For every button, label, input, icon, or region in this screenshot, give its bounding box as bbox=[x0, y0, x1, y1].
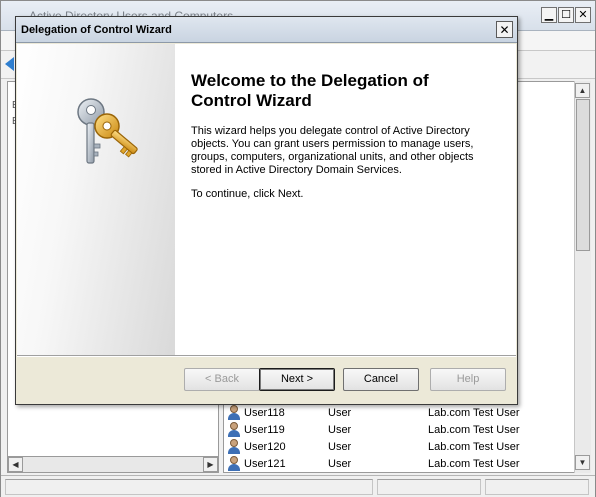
user-type: User bbox=[328, 458, 352, 470]
maximize-button[interactable]: ☐ bbox=[558, 7, 574, 23]
list-vertical-scrollbar[interactable]: ▲ ▼ bbox=[574, 81, 591, 473]
back-button[interactable]: < Back bbox=[184, 368, 260, 391]
status-segment bbox=[377, 479, 481, 495]
user-type: User bbox=[328, 407, 352, 419]
user-description: Lab.com Test User bbox=[428, 407, 520, 419]
delegation-wizard-dialog: Delegation of Control Wizard ✕ Welcome t… bbox=[15, 16, 518, 405]
scrollbar-thumb[interactable] bbox=[576, 99, 590, 251]
next-button[interactable]: Next > bbox=[259, 368, 335, 391]
table-row[interactable]: User120 User Lab.com Test User bbox=[227, 439, 573, 456]
user-icon bbox=[227, 422, 241, 438]
user-icon bbox=[227, 456, 241, 472]
wizard-separator bbox=[17, 355, 516, 357]
status-segment bbox=[5, 479, 373, 495]
scroll-right-icon[interactable]: ▶ bbox=[203, 457, 218, 472]
table-row[interactable]: User119 User Lab.com Test User bbox=[227, 422, 573, 439]
wizard-titlebar[interactable]: Delegation of Control Wizard ✕ bbox=[16, 17, 517, 43]
wizard-heading: Welcome to the Delegation of Control Wiz… bbox=[191, 71, 429, 110]
tree-horizontal-scrollbar[interactable]: ◀ ▶ bbox=[7, 456, 219, 473]
user-type: User bbox=[328, 424, 352, 436]
table-row[interactable]: User118 User Lab.com Test User bbox=[227, 405, 573, 422]
wizard-close-button[interactable]: ✕ bbox=[496, 21, 513, 38]
scroll-left-icon[interactable]: ◀ bbox=[8, 457, 23, 472]
wizard-side-panel bbox=[17, 44, 175, 355]
close-button[interactable]: ✕ bbox=[575, 7, 591, 23]
scroll-down-icon[interactable]: ▼ bbox=[575, 455, 590, 470]
user-description: Lab.com Test User bbox=[428, 424, 520, 436]
wizard-continue-text: To continue, click Next. bbox=[191, 188, 304, 200]
scroll-up-icon[interactable]: ▲ bbox=[575, 83, 590, 98]
user-name: User121 bbox=[244, 458, 286, 470]
cancel-button[interactable]: Cancel bbox=[343, 368, 419, 391]
wizard-title: Delegation of Control Wizard bbox=[21, 24, 172, 36]
user-type: User bbox=[328, 441, 352, 453]
user-name: User119 bbox=[244, 424, 285, 436]
table-row[interactable]: User121 User Lab.com Test User bbox=[227, 456, 573, 473]
user-icon bbox=[227, 405, 241, 421]
keys-icon bbox=[77, 98, 138, 164]
wizard-body: Welcome to the Delegation of Control Wiz… bbox=[17, 44, 516, 355]
back-arrow-icon[interactable] bbox=[5, 57, 14, 71]
user-description: Lab.com Test User bbox=[428, 458, 520, 470]
user-description: Lab.com Test User bbox=[428, 441, 520, 453]
user-name: User120 bbox=[244, 441, 286, 453]
status-segment bbox=[485, 479, 589, 495]
user-name: User118 bbox=[244, 407, 285, 419]
wizard-description: This wizard helps you delegate control o… bbox=[191, 125, 474, 176]
user-icon bbox=[227, 439, 241, 455]
minimize-button[interactable]: ▁ bbox=[541, 7, 557, 23]
help-button[interactable]: Help bbox=[430, 368, 506, 391]
status-bar bbox=[1, 475, 595, 497]
